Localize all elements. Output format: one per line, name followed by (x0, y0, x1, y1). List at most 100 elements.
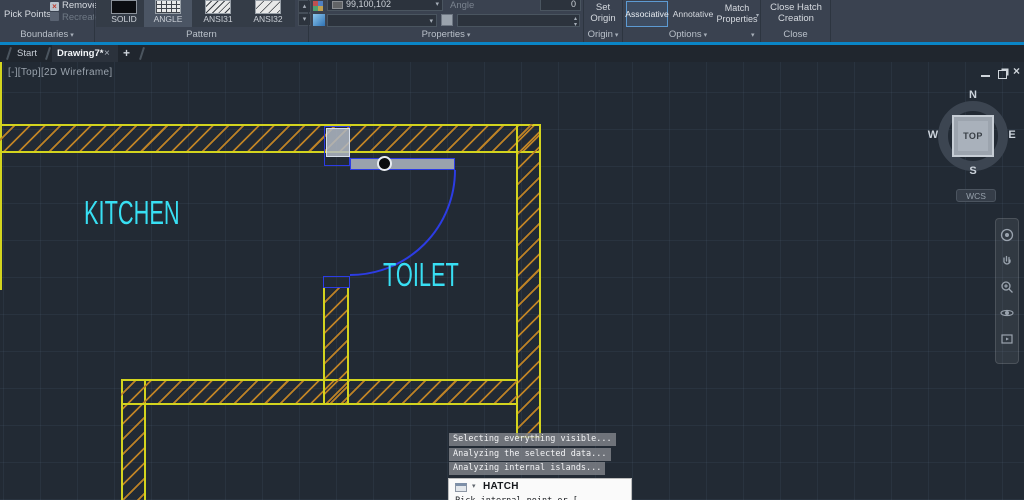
restore-window-icon[interactable] (998, 70, 1007, 79)
remove-boundaries-button[interactable]: ×Remove (50, 0, 97, 11)
pan-hand-icon[interactable] (1000, 254, 1014, 268)
properties-panel-label-text: Properties (422, 29, 465, 40)
boundaries-panel-label[interactable]: Boundaries▾ (0, 29, 94, 42)
close-hatch-creation-button[interactable]: Close Hatch Creation (763, 2, 829, 24)
caret-down-icon: ▾ (467, 32, 471, 39)
navigation-bar (995, 218, 1019, 364)
hatch-color-icon (313, 1, 318, 6)
caret-down-icon: ▾ (704, 32, 708, 39)
pattern-panel-label[interactable]: Pattern (95, 29, 308, 42)
toilet-room-label[interactable]: TOILET (383, 258, 459, 291)
tab-drawing7[interactable]: Drawing7* (57, 48, 103, 59)
background-color-icon (313, 14, 325, 26)
pattern-swatch-solid[interactable]: SOLID (100, 0, 148, 27)
associative-toggle-button[interactable]: Associative (626, 1, 668, 27)
command-history-message: Analyzing the selected data... (449, 448, 611, 461)
gallery-scroll-down-button[interactable]: ▾ (298, 13, 311, 26)
wcs-dropdown[interactable]: WCS (956, 189, 996, 202)
recreate-icon (50, 12, 59, 21)
command-line-input[interactable]: ▾ HATCH Pick internal point or [ (448, 478, 632, 500)
transparency-icon (441, 14, 453, 26)
door-jamb-top-highlight (326, 128, 350, 157)
caret-down-icon: ▾ (429, 17, 433, 25)
toilet-wall-line[interactable] (0, 62, 2, 290)
hatch-angle-input[interactable]: 0 (540, 0, 581, 11)
angle-field-label: Angle (450, 0, 474, 11)
tab-divider (45, 47, 51, 60)
door-leaf[interactable] (350, 158, 455, 170)
tab-close-icon[interactable]: × (104, 48, 110, 59)
new-tab-button[interactable]: + (123, 46, 130, 60)
hatch-pattern-gallery: SOLID ANGLE ANSI31 ANSI32 (96, 0, 295, 27)
options-panel-label[interactable]: Options▾ (623, 29, 753, 42)
command-history-message: Analyzing internal islands... (449, 462, 605, 475)
wall-top[interactable] (0, 124, 541, 153)
swatch-label: ANSI31 (194, 14, 242, 24)
panel-divider (830, 0, 831, 42)
wall-right[interactable] (516, 124, 541, 438)
ansi31-pattern-icon (205, 0, 231, 14)
color-swatch-icon (332, 1, 343, 9)
kitchen-room-label[interactable]: KITCHEN (84, 196, 180, 229)
tab-divider (6, 47, 12, 60)
close-panel-label: Close (761, 29, 830, 42)
ansi32-pattern-icon (255, 0, 281, 14)
door-jamb-bottom[interactable] (323, 276, 350, 288)
solid-pattern-icon (111, 0, 137, 14)
hatch-transparency-input[interactable]: ▴ ▾ (457, 14, 580, 27)
options-panel-label-text: Options (669, 29, 702, 40)
command-history-message: Selecting everything visible... (449, 433, 616, 446)
boundaries-panel-label-text: Boundaries (20, 29, 68, 40)
viewcube-south[interactable]: S (958, 165, 988, 177)
steering-wheel-icon[interactable] (1000, 228, 1014, 242)
set-origin-button[interactable]: Set Origin (584, 2, 622, 24)
viewcube-top-face[interactable]: TOP (952, 115, 994, 157)
gallery-scroll-up-button[interactable]: ▴ (298, 0, 311, 13)
hatch-creation-ribbon: Pick Points ×Remove Recreate Boundaries▾… (0, 0, 1024, 42)
minimize-icon[interactable] (981, 75, 990, 77)
annotative-toggle-button[interactable]: Annotative (671, 1, 715, 27)
remove-label: Remove (62, 0, 97, 11)
recreate-boundary-button[interactable]: Recreate (50, 12, 101, 23)
remove-icon: × (50, 2, 59, 11)
angle-pattern-icon (155, 0, 181, 14)
active-command-name: HATCH (483, 481, 519, 492)
tab-divider (139, 47, 145, 60)
swatch-label: SOLID (100, 14, 148, 24)
origin-panel-label[interactable]: Origin▾ (584, 29, 622, 42)
match-properties-button[interactable]: Match Properties (717, 1, 757, 27)
viewcube-west[interactable]: W (924, 129, 942, 141)
hatch-color-value: 99,100,102 (346, 0, 391, 9)
hatch-color-dropdown[interactable]: 99,100,102 ▾ (327, 0, 443, 11)
pattern-swatch-ansi31[interactable]: ANSI31 (194, 0, 242, 27)
caret-down-icon: ▾ (615, 32, 619, 39)
caret-down-icon[interactable]: ▾ (756, 12, 759, 19)
wall-toilet-partition[interactable] (323, 288, 349, 403)
viewcube-east[interactable]: E (1003, 129, 1021, 141)
file-tab-bar: Start Drawing7* × + (0, 45, 1024, 62)
viewport-controls[interactable]: [-][Top][2D Wireframe] (8, 67, 112, 78)
drawing-canvas[interactable]: [-][Top][2D Wireframe] × KITCHEN TOILET … (0, 62, 1024, 500)
swatch-label: ANGLE (144, 14, 192, 24)
viewcube-north[interactable]: N (958, 89, 988, 101)
background-color-dropdown[interactable]: ▾ (327, 14, 437, 27)
spinner-down-icon[interactable]: ▾ (574, 22, 577, 28)
pattern-swatch-ansi32[interactable]: ANSI32 (244, 0, 292, 27)
caret-down-icon: ▾ (70, 32, 74, 39)
show-motion-icon[interactable] (1000, 332, 1014, 346)
orbit-icon[interactable] (1000, 306, 1014, 320)
pick-points-button[interactable]: Pick Points (4, 9, 51, 20)
zoom-icon[interactable] (1000, 280, 1014, 294)
command-customize-icon[interactable] (455, 483, 467, 492)
swatch-label: ANSI32 (244, 14, 292, 24)
properties-panel-label[interactable]: Properties▾ (309, 29, 583, 42)
pattern-swatch-angle[interactable]: ANGLE (144, 0, 192, 27)
hatch-angle-value: 0 (571, 0, 576, 9)
crosshair-cursor (377, 156, 392, 171)
wall-bottom[interactable] (121, 379, 517, 405)
command-prompt-text: Pick internal point or [ (455, 496, 578, 500)
caret-down-icon[interactable]: ▾ (472, 482, 476, 490)
caret-down-icon: ▾ (435, 0, 439, 8)
close-window-icon[interactable]: × (1013, 64, 1020, 78)
tab-start[interactable]: Start (17, 48, 37, 59)
